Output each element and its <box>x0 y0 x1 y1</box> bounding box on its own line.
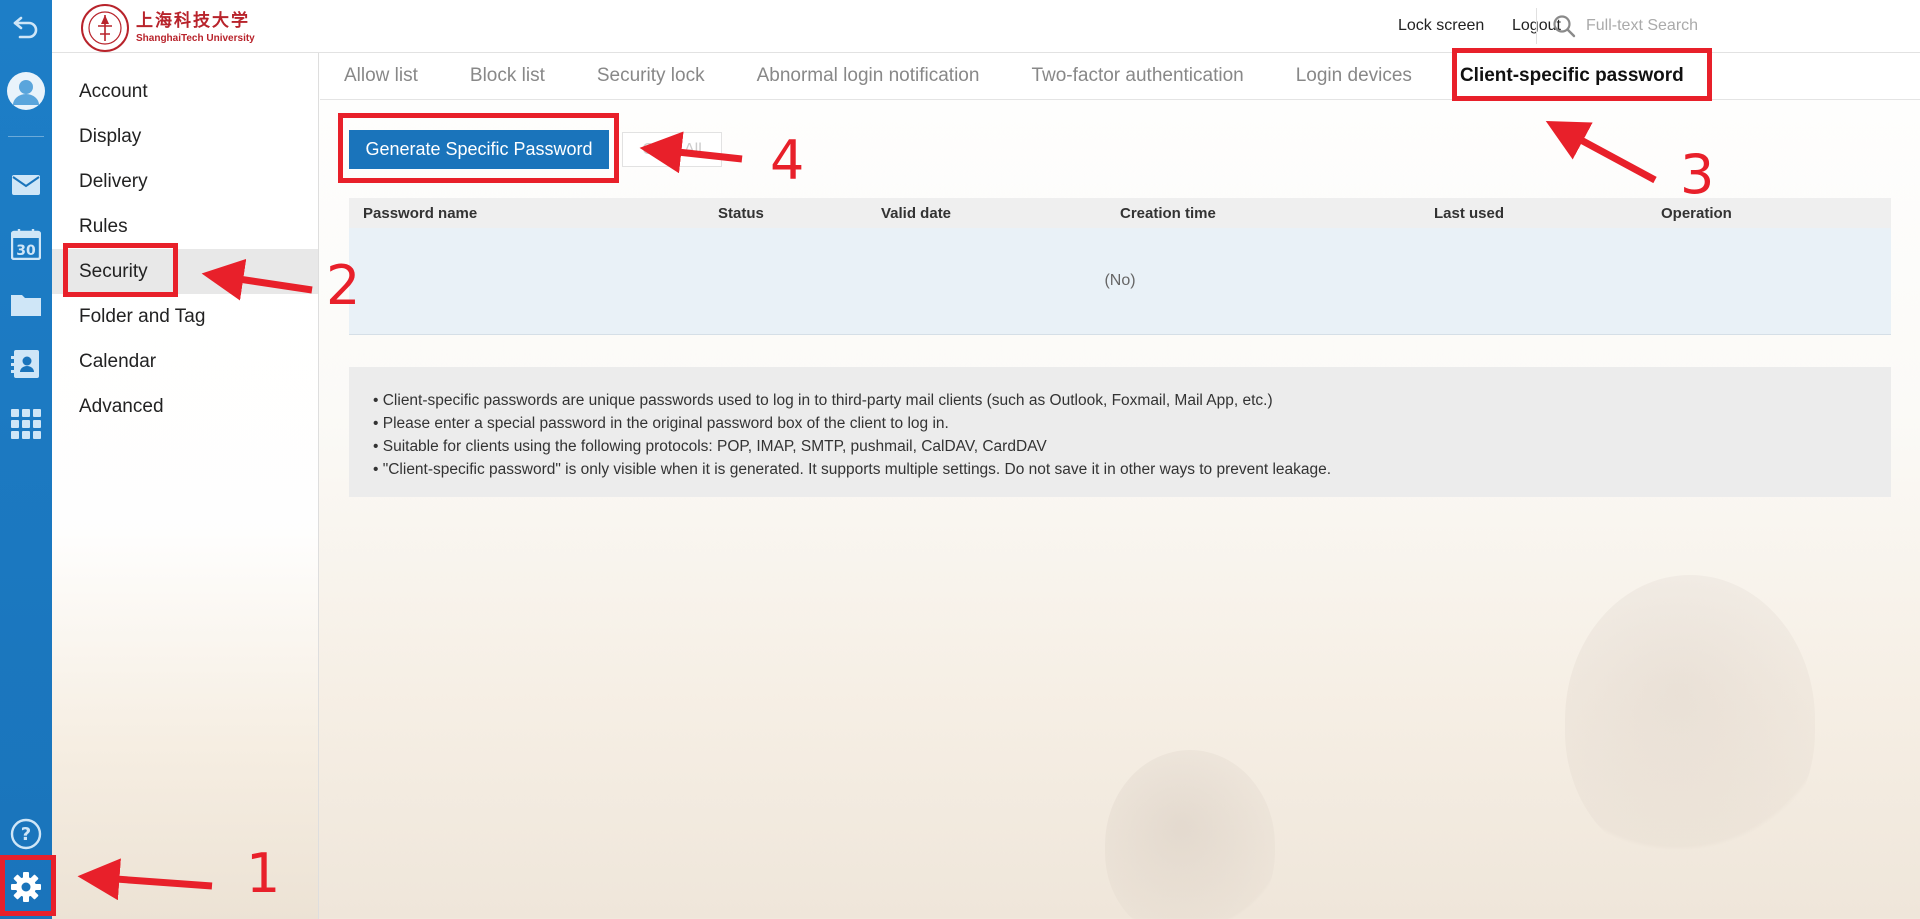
apps-icon[interactable] <box>0 401 52 447</box>
sidebar-item-account[interactable]: Account <box>52 69 318 114</box>
empty-text: (No) <box>1104 272 1136 289</box>
table-empty-state: (No) <box>349 228 1891 335</box>
avatar-icon[interactable] <box>0 68 52 114</box>
arrow-to-tab <box>1545 121 1657 184</box>
step-number-3: 3 <box>1680 143 1715 206</box>
background-balloon <box>1565 575 1815 865</box>
clear-all-button[interactable]: Clear All <box>622 132 722 167</box>
logo-name-cn: 上海科技大学 <box>136 10 250 31</box>
settings-sidebar: Account Display Delivery Rules Security … <box>52 53 319 919</box>
table-header: Password name Status Valid date Creation… <box>349 198 1891 228</box>
help-icon[interactable]: ? <box>0 811 52 857</box>
column-header-operation: Operation <box>1661 205 1732 222</box>
column-header-status: Status <box>718 205 764 222</box>
generate-specific-password-button[interactable]: Generate Specific Password <box>349 130 609 169</box>
back-icon[interactable] <box>0 3 52 49</box>
university-seal-icon <box>81 4 129 52</box>
lock-screen-link[interactable]: Lock screen <box>1398 17 1484 35</box>
svg-text:30: 30 <box>16 243 36 259</box>
search-box[interactable] <box>1552 10 1792 42</box>
sidebar-item-calendar[interactable]: Calendar <box>52 339 318 384</box>
header-divider <box>1536 8 1537 44</box>
info-panel: • Client-specific passwords are unique p… <box>349 367 1891 497</box>
info-line: • Suitable for clients using the followi… <box>373 438 1047 455</box>
tab-allow-list[interactable]: Allow list <box>344 53 418 99</box>
password-table: Password name Status Valid date Creation… <box>349 198 1891 335</box>
tab-abnormal-login-notification[interactable]: Abnormal login notification <box>757 53 980 99</box>
step-number-4: 4 <box>770 129 805 192</box>
background-balloon <box>1105 750 1275 919</box>
contacts-icon[interactable] <box>0 341 52 387</box>
security-tabs: Allow list Block list Security lock Abno… <box>320 53 1920 100</box>
gear-icon[interactable] <box>0 862 52 912</box>
sidebar-item-rules[interactable]: Rules <box>52 204 318 249</box>
search-input[interactable] <box>1586 17 1786 35</box>
info-line: • Client-specific passwords are unique p… <box>373 392 1273 409</box>
logo-name-en: ShanghaiTech University <box>136 32 255 44</box>
column-header-password-name: Password name <box>363 205 478 222</box>
tab-client-specific-password[interactable]: Client-specific password <box>1460 53 1684 99</box>
tab-login-devices[interactable]: Login devices <box>1296 53 1412 99</box>
app-rail: 30 ? <box>0 0 52 919</box>
column-header-valid-date: Valid date <box>881 205 952 222</box>
mail-icon[interactable] <box>0 162 52 208</box>
sidebar-item-display[interactable]: Display <box>52 114 318 159</box>
sidebar-item-folder-and-tag[interactable]: Folder and Tag <box>52 294 318 339</box>
folder-icon[interactable] <box>0 281 52 327</box>
info-line: • "Client-specific password" is only vis… <box>373 461 1332 478</box>
tab-security-lock[interactable]: Security lock <box>597 53 705 99</box>
university-logo[interactable]: 上海科技大学 ShanghaiTech University <box>80 4 255 52</box>
tab-two-factor-authentication[interactable]: Two-factor authentication <box>1031 53 1243 99</box>
column-header-creation-time: Creation time <box>1120 205 1216 222</box>
sidebar-item-advanced[interactable]: Advanced <box>52 384 318 429</box>
rail-divider <box>8 136 44 137</box>
column-header-last-used: Last used <box>1434 205 1505 222</box>
svg-text:?: ? <box>21 824 31 845</box>
info-line: • Please enter a special password in the… <box>373 415 949 432</box>
search-icon[interactable] <box>1552 14 1576 38</box>
sidebar-item-delivery[interactable]: Delivery <box>52 159 318 204</box>
calendar-icon[interactable]: 30 <box>0 221 52 267</box>
tab-block-list[interactable]: Block list <box>470 53 545 99</box>
sidebar-item-security[interactable]: Security <box>52 249 318 294</box>
